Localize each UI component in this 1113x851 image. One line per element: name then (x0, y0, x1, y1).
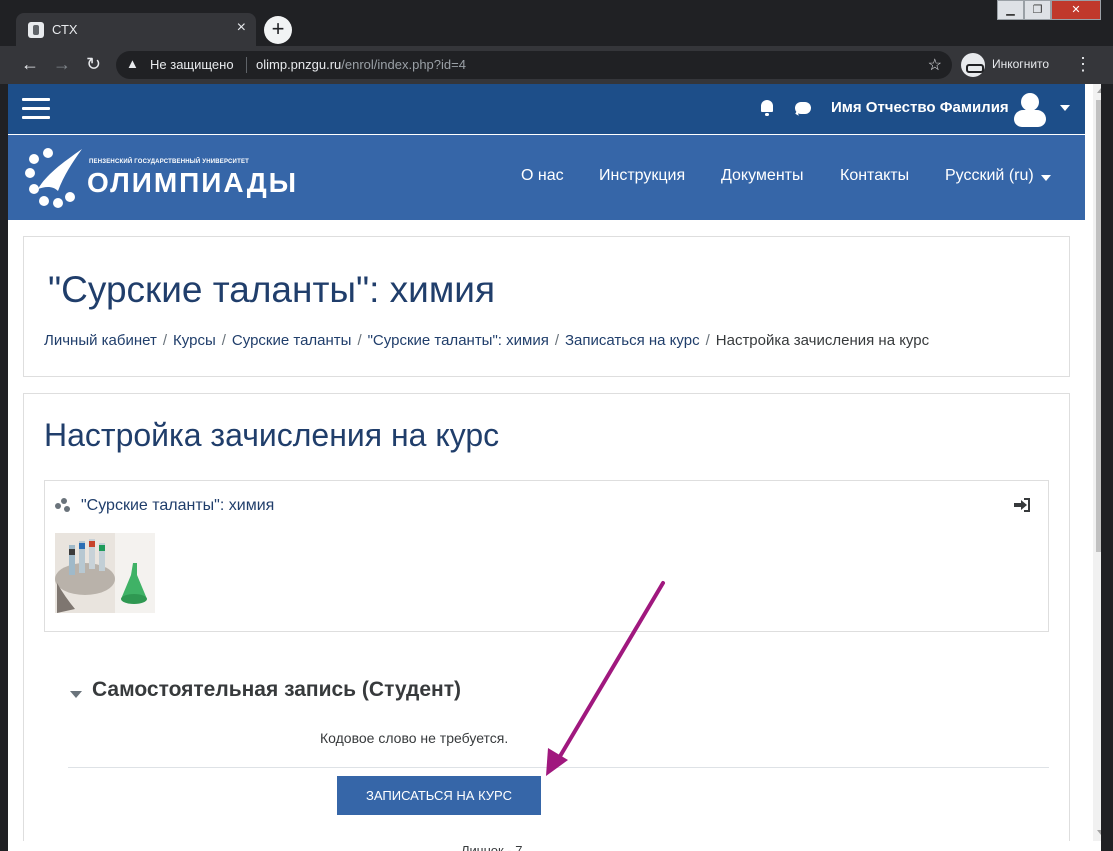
page-header-card: "Сурские таланты": химия Личный кабинет /… (23, 236, 1070, 377)
page-title: "Сурские таланты": химия (48, 269, 495, 310)
tab-strip: СТХ × + ▁ ❐ ✕ (0, 0, 1113, 46)
divider (68, 767, 1049, 768)
bottom-peek-text: Личнок - 7 (461, 843, 523, 851)
scroll-up-icon[interactable] (1097, 88, 1101, 93)
breadcrumb-item-category[interactable]: Сурские таланты (232, 332, 352, 349)
hamburger-menu-icon[interactable] (22, 98, 50, 120)
course-image (55, 533, 155, 613)
scroll-down-icon[interactable] (1097, 830, 1101, 835)
chemistry-flasks-image (55, 533, 155, 613)
language-caret-icon[interactable] (1041, 175, 1051, 181)
minimize-button[interactable]: ▁ (997, 0, 1024, 20)
breadcrumb-item-courses[interactable]: Курсы (173, 332, 216, 349)
security-label: Не защищено (150, 57, 234, 72)
site-topbar: Имя Отчество Фамилия (8, 84, 1085, 134)
close-window-button[interactable]: ✕ (1051, 0, 1101, 20)
window-controls: ▁ ❐ ✕ (997, 0, 1103, 20)
logo-emblem-icon (25, 148, 82, 208)
browser-menu-icon[interactable]: ⋮ (1074, 54, 1092, 75)
enrol-options-heading: Настройка зачисления на курс (44, 417, 500, 453)
avatar-icon[interactable] (1013, 93, 1047, 127)
course-icon (55, 498, 71, 514)
page-bottom-peek: Личнок - 7 (8, 841, 1101, 851)
nav-link-documents[interactable]: Документы (721, 167, 803, 185)
main-content-card: Настройка зачисления на курс "Сурские та… (23, 393, 1070, 841)
language-selector[interactable]: Русский (ru) (945, 167, 1034, 185)
breadcrumb-item-enrol[interactable]: Записаться на курс (565, 332, 700, 349)
course-link[interactable]: "Сурские таланты": химия (81, 497, 274, 515)
page-scrollbar[interactable] (1093, 84, 1101, 841)
no-key-message: Кодовое слово не требуется. (320, 730, 509, 746)
browser-window: СТХ × + ▁ ❐ ✕ ← → ↻ ▲ Не защищено olimp.… (0, 0, 1113, 851)
address-separator (246, 57, 247, 73)
self-enrol-section-title[interactable]: Самостоятельная запись (Студент) (92, 678, 461, 702)
warning-icon: ▲ (126, 56, 139, 71)
breadcrumb-item-current: Настройка зачисления на курс (715, 332, 930, 349)
breadcrumb-item-dashboard[interactable]: Личный кабинет (44, 332, 157, 349)
user-name[interactable]: Имя Отчество Фамилия (831, 99, 1009, 116)
reload-icon[interactable]: ↻ (86, 54, 101, 75)
tab-title: СТХ (52, 22, 78, 37)
incognito-indicator[interactable]: Инкогнито (961, 52, 1061, 78)
url-text: olimp.pnzgu.ru/enrol/index.php?id=4 (256, 57, 466, 72)
breadcrumb: Личный кабинет / Курсы / Сурские таланты / "Су… (44, 332, 930, 349)
logo-title: ОЛИМПИАДЫ (87, 167, 299, 198)
breadcrumb-item-course[interactable]: "Сурские таланты": химия (368, 332, 549, 349)
tab-close-icon[interactable]: × (237, 19, 246, 37)
course-summary-box: "Сурские таланты": химия (44, 480, 1049, 632)
site-favicon-icon (28, 22, 44, 38)
browser-tab[interactable]: СТХ × (16, 13, 256, 46)
url-path: /enrol/index.php?id=4 (341, 57, 466, 72)
site-logo[interactable]: ПЕНЗЕНСКИЙ ГОСУДАРСТВЕННЫЙ УНИВЕРСИТЕТ О… (24, 145, 296, 211)
logo-university: ПЕНЗЕНСКИЙ ГОСУДАРСТВЕННЫЙ УНИВЕРСИТЕТ (89, 159, 250, 165)
browser-toolbar: ← → ↻ ▲ Не защищено olimp.pnzgu.ru/enrol… (0, 46, 1113, 84)
user-menu-caret-icon[interactable] (1060, 105, 1070, 111)
url-host: olimp.pnzgu.ru (256, 57, 342, 72)
new-tab-button[interactable]: + (264, 16, 292, 44)
incognito-label: Инкогнито (992, 57, 1050, 71)
forward-icon[interactable]: → (53, 54, 71, 75)
chat-icon[interactable] (795, 102, 811, 114)
nav-link-about[interactable]: О нас (521, 167, 564, 185)
collapse-caret-icon[interactable] (70, 691, 82, 698)
address-bar[interactable]: ▲ Не защищено olimp.pnzgu.ru/enrol/index… (116, 51, 952, 79)
nav-link-instruction[interactable]: Инструкция (599, 167, 685, 185)
enrol-sign-in-icon (1014, 498, 1030, 512)
scrollbar-thumb[interactable] (1096, 100, 1101, 552)
maximize-button[interactable]: ❐ (1024, 0, 1051, 20)
bell-icon[interactable] (760, 100, 774, 116)
page-viewport: Имя Отчество Фамилия ПЕНЗЕНСКИЙ ГОСУДАРС… (8, 84, 1101, 841)
enrol-me-button[interactable]: ЗАПИСАТЬСЯ НА КУРС (337, 776, 541, 815)
star-icon[interactable]: ☆ (928, 55, 942, 75)
site-navbar: ПЕНЗЕНСКИЙ ГОСУДАРСТВЕННЫЙ УНИВЕРСИТЕТ О… (8, 135, 1085, 220)
nav-link-contacts[interactable]: Контакты (840, 167, 909, 185)
incognito-icon (961, 53, 985, 77)
back-icon[interactable]: ← (21, 54, 39, 75)
